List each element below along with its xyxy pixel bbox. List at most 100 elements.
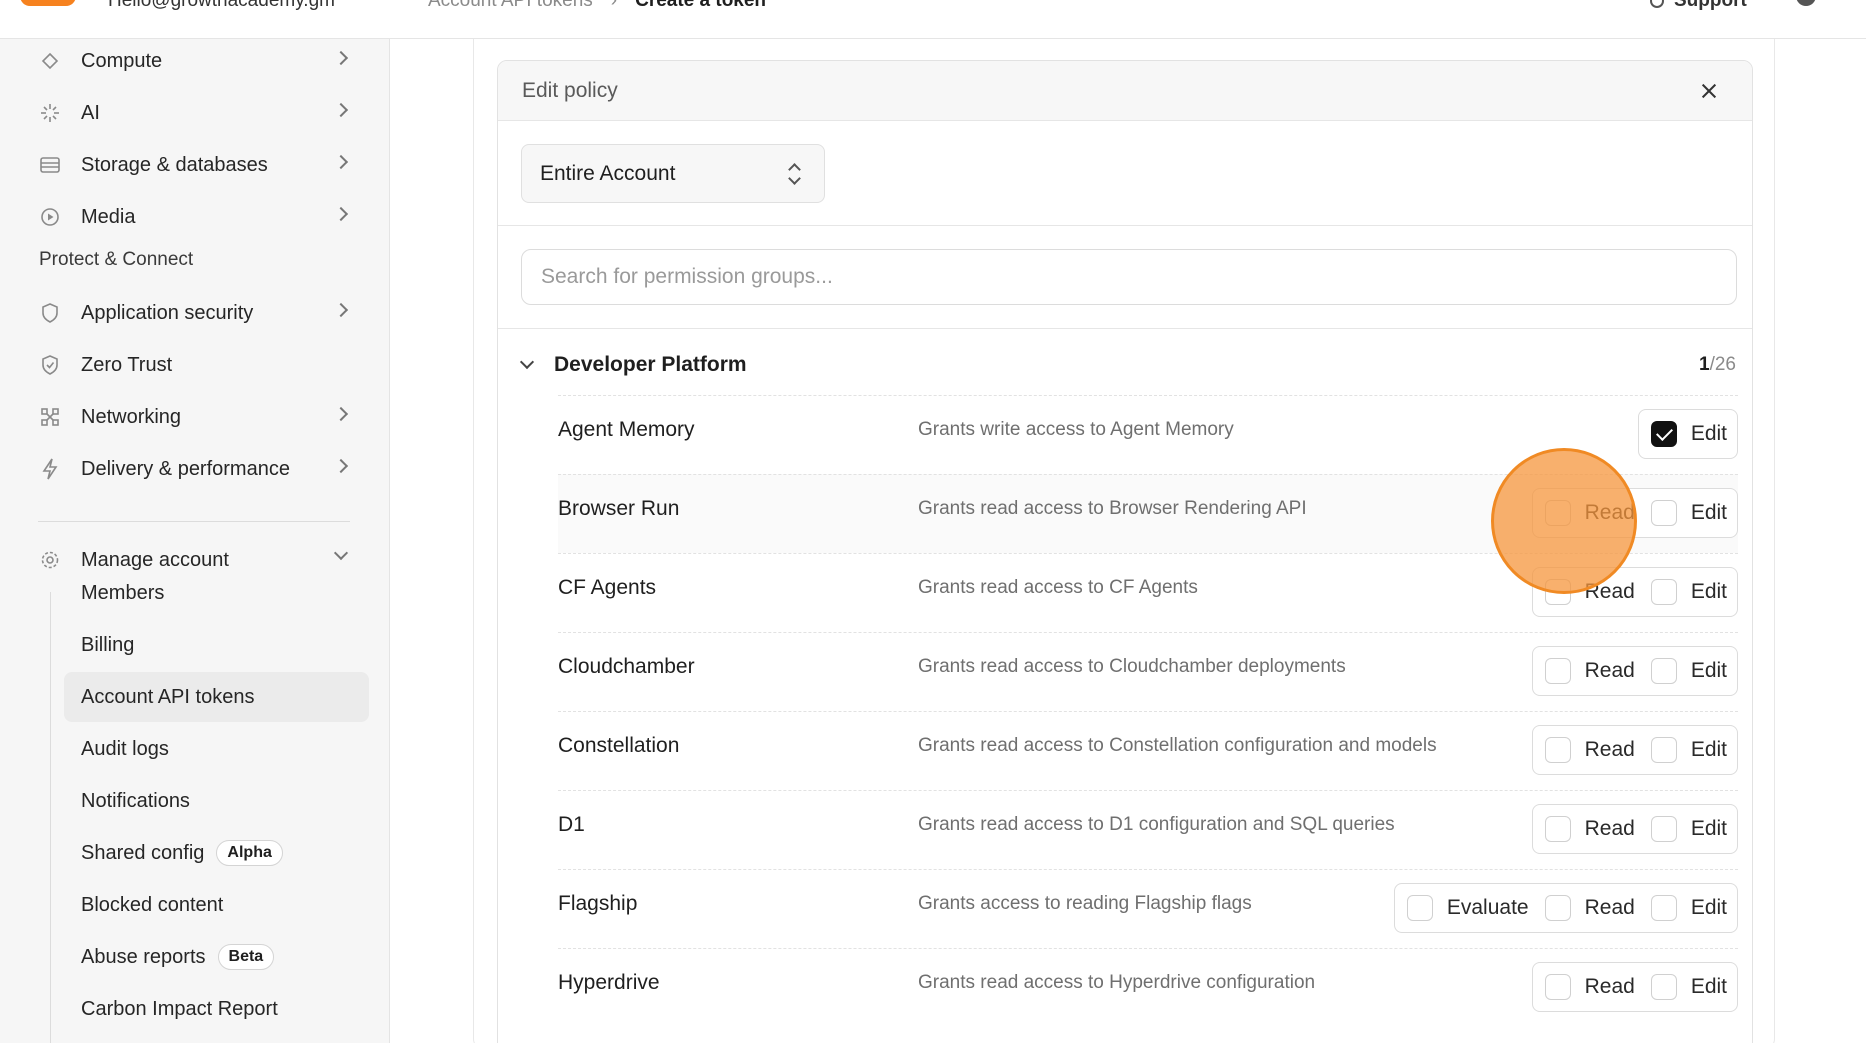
main-content: Edit policy Entire Account Developer Pla… bbox=[391, 39, 1866, 1043]
permission-option-read[interactable]: Read bbox=[1544, 658, 1651, 684]
sidebar-item-application-security[interactable]: Application security bbox=[38, 293, 358, 333]
permission-description: Grants read access to Constellation conf… bbox=[918, 735, 1437, 756]
checkbox-icon[interactable] bbox=[1406, 895, 1433, 921]
user-icon[interactable] bbox=[1796, 0, 1816, 6]
permission-name: Browser Run bbox=[558, 497, 680, 520]
checkbox-icon[interactable] bbox=[1544, 579, 1571, 605]
permission-name: Agent Memory bbox=[558, 418, 695, 441]
divider bbox=[498, 225, 1752, 226]
permission-description: Grants read access to CF Agents bbox=[918, 577, 1198, 598]
chevron-right-icon bbox=[333, 302, 349, 318]
permission-search-input[interactable] bbox=[521, 249, 1737, 305]
sidebar-item-label: Application security bbox=[81, 301, 254, 324]
permission-row: Hyperdrive Grants read access to Hyperdri… bbox=[558, 948, 1738, 1027]
permission-option-edit[interactable]: Edit bbox=[1650, 895, 1727, 921]
sidebar-subitem-audit-logs[interactable]: Audit logs bbox=[64, 724, 369, 774]
permission-option-edit[interactable]: Edit bbox=[1650, 658, 1727, 684]
sidebar-item-label: Zero Trust bbox=[81, 353, 173, 376]
permission-description: Grants read access to Hyperdrive configu… bbox=[918, 972, 1316, 993]
option-label: Edit bbox=[1690, 580, 1727, 603]
account-switcher[interactable]: Hello@growthacademy.gm bbox=[108, 0, 335, 12]
cloudflare-logo[interactable] bbox=[20, 0, 76, 6]
database-icon bbox=[38, 153, 62, 177]
sidebar-item-media[interactable]: Media bbox=[38, 197, 358, 237]
top-bar: Hello@growthacademy.gm Account API token… bbox=[0, 0, 1866, 39]
permission-description: Grants read access to Cloudchamber deplo… bbox=[918, 656, 1346, 677]
permission-option-read[interactable]: Read bbox=[1544, 816, 1651, 842]
sidebar-item-zero-trust[interactable]: Zero Trust bbox=[38, 345, 358, 385]
checkbox-icon[interactable] bbox=[1544, 974, 1571, 1000]
checkbox-icon[interactable] bbox=[1650, 658, 1677, 684]
permission-option-edit[interactable]: Edit bbox=[1650, 816, 1727, 842]
permission-option-read[interactable]: Read bbox=[1544, 974, 1651, 1000]
scope-select[interactable]: Entire Account bbox=[521, 144, 825, 203]
sidebar-subitem-blocked-content[interactable]: Blocked content bbox=[64, 880, 369, 930]
breadcrumb-item[interactable]: Account API tokens bbox=[428, 0, 593, 12]
sidebar-item-storage[interactable]: Storage & databases bbox=[38, 145, 358, 185]
permission-option-edit[interactable]: Edit bbox=[1650, 421, 1727, 447]
subitem-label: Members bbox=[81, 581, 165, 604]
permission-option-evaluate[interactable]: Evaluate bbox=[1406, 895, 1545, 921]
checkbox-icon[interactable] bbox=[1544, 816, 1571, 842]
sidebar-item-compute[interactable]: Compute bbox=[38, 41, 358, 81]
permission-option-edit[interactable]: Edit bbox=[1650, 737, 1727, 763]
checkbox-icon[interactable] bbox=[1544, 658, 1571, 684]
sidebar: Compute AI Storage & databases Media Pro… bbox=[0, 39, 390, 1043]
sidebar-subitem-abuse-reports[interactable]: Abuse reports Beta bbox=[64, 932, 369, 982]
sidebar-item-networking[interactable]: Networking bbox=[38, 397, 358, 437]
checkbox-icon[interactable] bbox=[1544, 895, 1571, 921]
sidebar-subitem-notifications[interactable]: Notifications bbox=[64, 776, 369, 826]
permission-description: Grants read access to D1 configuration a… bbox=[918, 814, 1395, 835]
permission-group-developer-platform[interactable]: Developer Platform 1/26 bbox=[516, 342, 1736, 388]
support-button[interactable]: Support bbox=[1650, 0, 1747, 12]
sidebar-item-ai[interactable]: AI bbox=[38, 93, 358, 133]
selected-count: 1 bbox=[1699, 354, 1710, 375]
permission-row: Browser Run Grants read access to Browser… bbox=[558, 474, 1738, 553]
chevron-right-icon bbox=[333, 154, 349, 170]
checkbox-icon[interactable] bbox=[1544, 737, 1571, 763]
permission-row: CF Agents Grants read access to CF Agents… bbox=[558, 553, 1738, 632]
permission-option-read[interactable]: Read bbox=[1544, 737, 1651, 763]
checkbox-icon[interactable] bbox=[1650, 895, 1677, 921]
sidebar-subitem-billing[interactable]: Billing bbox=[64, 620, 369, 670]
checkbox-icon[interactable] bbox=[1650, 579, 1677, 605]
total-count: /26 bbox=[1709, 354, 1736, 375]
checkbox-icon[interactable] bbox=[1650, 816, 1677, 842]
gear-icon bbox=[38, 548, 62, 572]
option-label: Edit bbox=[1690, 896, 1727, 919]
group-selection-count: 1/26 bbox=[1699, 354, 1736, 376]
sidebar-item-delivery[interactable]: Delivery & performance bbox=[38, 449, 358, 489]
permission-option-edit[interactable]: Edit bbox=[1650, 500, 1727, 526]
permission-option-read[interactable]: Read bbox=[1544, 500, 1651, 526]
sidebar-subitem-carbon-impact[interactable]: Carbon Impact Report bbox=[64, 984, 369, 1034]
permission-options: Read Edit bbox=[1531, 725, 1738, 775]
checkbox-icon[interactable] bbox=[1544, 500, 1571, 526]
sidebar-subitem-members[interactable]: Members bbox=[64, 568, 369, 618]
permission-options: Read Edit bbox=[1531, 804, 1738, 854]
checkbox-checked-icon[interactable] bbox=[1650, 421, 1677, 447]
checkbox-icon[interactable] bbox=[1650, 974, 1677, 1000]
permission-option-read[interactable]: Read bbox=[1544, 579, 1651, 605]
permission-name: Hyperdrive bbox=[558, 971, 660, 994]
section-label-protect: Protect & Connect bbox=[39, 249, 194, 270]
option-label: Edit bbox=[1690, 501, 1727, 524]
permission-option-edit[interactable]: Edit bbox=[1650, 974, 1727, 1000]
policy-title: Edit policy bbox=[522, 79, 618, 102]
network-icon bbox=[38, 405, 62, 429]
option-label: Read bbox=[1584, 501, 1635, 524]
checkbox-icon[interactable] bbox=[1650, 737, 1677, 763]
sidebar-subitem-account-api-tokens[interactable]: Account API tokens bbox=[64, 672, 369, 722]
sidebar-subitem-shared-config[interactable]: Shared config Alpha bbox=[64, 828, 369, 878]
permission-option-edit[interactable]: Edit bbox=[1650, 579, 1727, 605]
breadcrumb: Account API tokens › Create a token bbox=[428, 0, 766, 12]
close-icon[interactable] bbox=[1698, 80, 1720, 102]
permission-row: Cloudchamber Grants read access to Cloudc… bbox=[558, 632, 1738, 711]
shield-check-icon bbox=[38, 353, 62, 377]
permission-name: Constellation bbox=[558, 734, 680, 757]
divider bbox=[498, 328, 1752, 329]
permission-options: Read Edit bbox=[1531, 646, 1738, 696]
permission-option-read[interactable]: Read bbox=[1544, 895, 1651, 921]
chevron-up-down-icon bbox=[788, 162, 800, 186]
subitem-label: Blocked content bbox=[81, 893, 224, 916]
checkbox-icon[interactable] bbox=[1650, 500, 1677, 526]
